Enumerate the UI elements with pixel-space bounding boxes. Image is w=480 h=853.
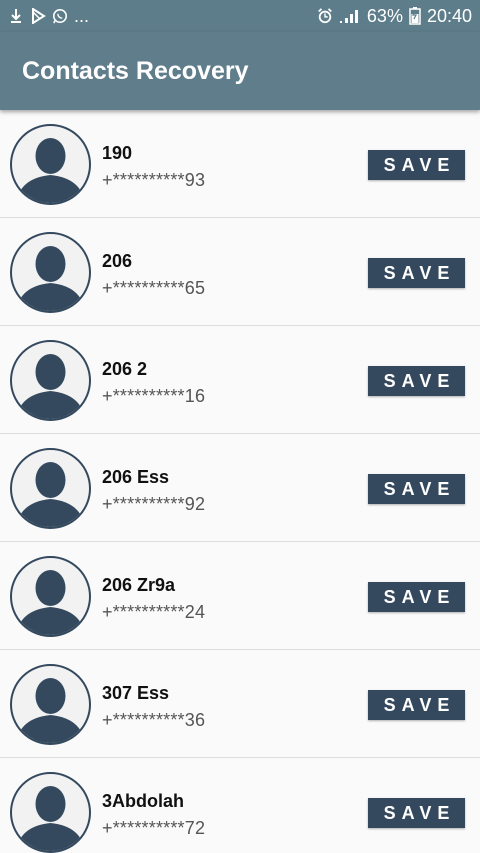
- contact-row[interactable]: 206 2 +**********16 SAVE: [0, 326, 480, 434]
- contact-phone: +**********92: [102, 494, 206, 514]
- contact-name: 206 2: [102, 359, 148, 379]
- avatar-placeholder-icon: [10, 448, 91, 529]
- status-right-icons: 63% 20:40: [317, 6, 472, 27]
- status-bar: ... 63% 20:40: [0, 0, 480, 32]
- contact-phone: +**********24: [102, 602, 206, 622]
- save-button[interactable]: SAVE: [368, 366, 465, 396]
- save-button[interactable]: SAVE: [368, 798, 465, 828]
- contact-phone: +**********16: [102, 386, 206, 406]
- contact-row[interactable]: 190 +**********93 SAVE: [0, 110, 480, 218]
- contact-name: 206 Ess: [102, 467, 170, 487]
- contact-row[interactable]: 206 Zr9a +**********24 SAVE: [0, 542, 480, 650]
- app-bar: Contacts Recovery: [0, 32, 480, 110]
- contact-row[interactable]: 206 Ess +**********92 SAVE: [0, 434, 480, 542]
- contact-phone: +**********36: [102, 710, 206, 730]
- save-button[interactable]: SAVE: [368, 258, 465, 288]
- contact-name: 190: [102, 143, 133, 163]
- battery-icon: [409, 7, 421, 25]
- avatar-placeholder-icon: [10, 124, 91, 205]
- contact-phone: +**********93: [102, 170, 206, 190]
- clock-time: 20:40: [426, 5, 472, 26]
- avatar-placeholder-icon: [10, 772, 91, 853]
- whatsapp-icon: [52, 7, 68, 25]
- app-title: Contacts Recovery: [22, 56, 249, 85]
- avatar-placeholder-icon: [10, 232, 91, 313]
- save-button[interactable]: SAVE: [368, 150, 465, 180]
- battery-percent: 63%: [366, 5, 403, 26]
- contact-row[interactable]: 307 Ess +**********36 SAVE: [0, 650, 480, 758]
- save-button[interactable]: SAVE: [368, 582, 465, 612]
- save-button[interactable]: SAVE: [368, 474, 465, 504]
- contact-row[interactable]: 206 +**********65 SAVE: [0, 218, 480, 326]
- avatar-placeholder-icon: [10, 556, 91, 637]
- download-icon: [8, 7, 24, 25]
- avatar-placeholder-icon: [10, 340, 91, 421]
- contact-name: 307 Ess: [102, 683, 170, 703]
- signal-icon: [339, 7, 361, 25]
- alarm-icon: [317, 7, 333, 25]
- contact-name: 3Abdolah: [102, 791, 185, 811]
- save-button[interactable]: SAVE: [368, 690, 465, 720]
- more-notifications-indicator: ...: [74, 5, 90, 26]
- contact-name: 206 Zr9a: [102, 575, 176, 595]
- contact-row[interactable]: 3Abdolah +**********72 SAVE: [0, 758, 480, 853]
- play-store-icon: [30, 7, 46, 25]
- status-left-icons: ...: [8, 6, 89, 27]
- avatar-placeholder-icon: [10, 664, 91, 745]
- contact-phone: +**********65: [102, 278, 206, 298]
- contact-phone: +**********72: [102, 818, 206, 838]
- contact-name: 206: [102, 251, 133, 271]
- contacts-list[interactable]: 190 +**********93 SAVE 206 +**********65…: [0, 110, 480, 853]
